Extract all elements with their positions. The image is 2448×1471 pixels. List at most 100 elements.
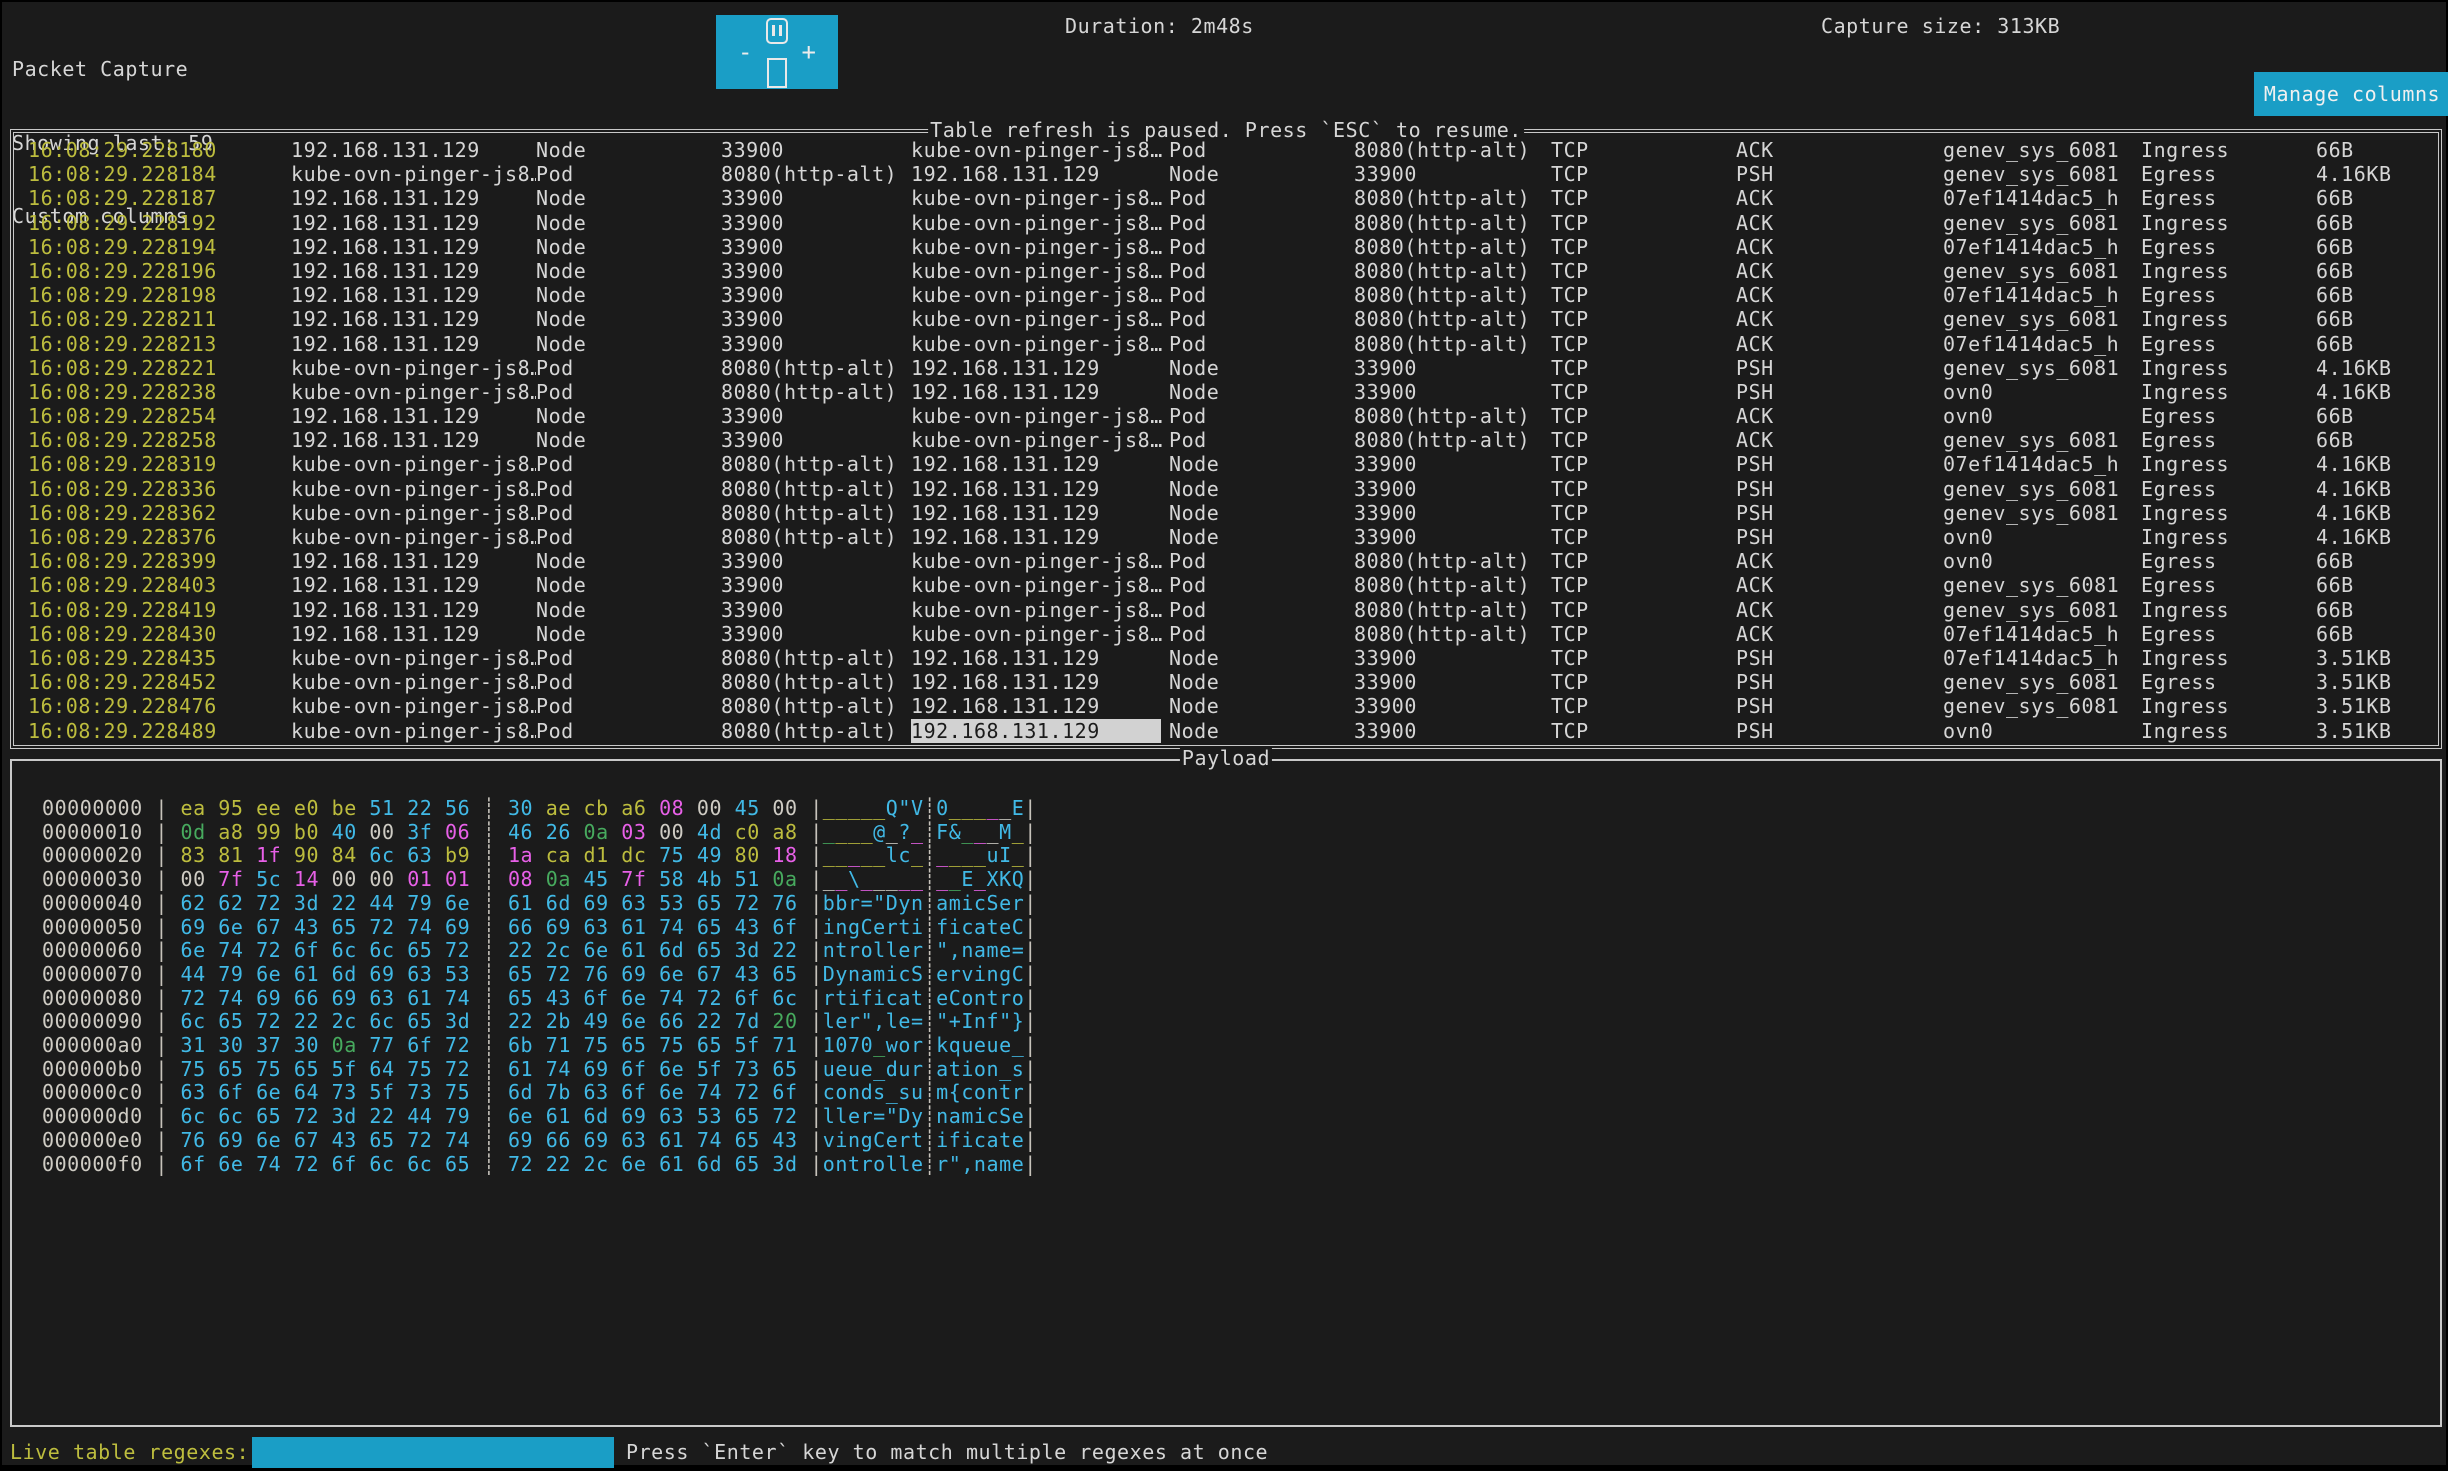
cell-interface[interactable]: genev_sys_6081: [1943, 307, 2141, 331]
cell-source_type[interactable]: Node: [536, 307, 721, 331]
table-row[interactable]: 16:08:29.228184kube-ovn-pinger-js8…Pod80…: [17, 162, 2435, 186]
cell-destination[interactable]: kube-ovn-pinger-js8…: [911, 332, 1169, 356]
cell-flags[interactable]: PSH: [1736, 694, 1943, 718]
cell-destination_type[interactable]: Pod: [1169, 186, 1354, 210]
cell-direction[interactable]: Egress: [2141, 283, 2316, 307]
cell-destination[interactable]: kube-ovn-pinger-js8…: [911, 283, 1169, 307]
cell-protocol[interactable]: TCP: [1551, 694, 1736, 718]
cell-destination_port[interactable]: 8080(http-alt): [1354, 283, 1551, 307]
cell-size[interactable]: 66B: [2316, 573, 2435, 597]
cell-destination_port[interactable]: 33900: [1354, 719, 1551, 743]
cell-flags[interactable]: PSH: [1736, 162, 1943, 186]
cell-flags[interactable]: ACK: [1736, 235, 1943, 259]
cell-destination_type[interactable]: Pod: [1169, 138, 1354, 162]
cell-destination[interactable]: kube-ovn-pinger-js8…: [911, 307, 1169, 331]
cell-direction[interactable]: Ingress: [2141, 501, 2316, 525]
cell-source_type[interactable]: Node: [536, 404, 721, 428]
cell-source[interactable]: 192.168.131.129: [291, 283, 536, 307]
cell-time[interactable]: 16:08:29.228187: [28, 186, 291, 210]
cell-interface[interactable]: genev_sys_6081: [1943, 356, 2141, 380]
cell-source[interactable]: kube-ovn-pinger-js8…: [291, 719, 536, 743]
cell-direction[interactable]: Ingress: [2141, 138, 2316, 162]
cell-source_port[interactable]: 8080(http-alt): [721, 501, 911, 525]
cell-direction[interactable]: Egress: [2141, 622, 2316, 646]
cell-destination[interactable]: kube-ovn-pinger-js8…: [911, 259, 1169, 283]
cell-time[interactable]: 16:08:29.228254: [28, 404, 291, 428]
cell-source[interactable]: 192.168.131.129: [291, 138, 536, 162]
cell-size[interactable]: 66B: [2316, 332, 2435, 356]
cell-source_port[interactable]: 8080(http-alt): [721, 670, 911, 694]
manage-columns-button[interactable]: Manage columns: [2254, 72, 2448, 116]
cell-protocol[interactable]: TCP: [1551, 235, 1736, 259]
cell-destination_port[interactable]: 33900: [1354, 694, 1551, 718]
cell-source_type[interactable]: Node: [536, 259, 721, 283]
cell-source[interactable]: 192.168.131.129: [291, 573, 536, 597]
cell-destination_port[interactable]: 8080(http-alt): [1354, 404, 1551, 428]
cell-source_port[interactable]: 8080(http-alt): [721, 694, 911, 718]
cell-interface[interactable]: genev_sys_6081: [1943, 598, 2141, 622]
cell-interface[interactable]: genev_sys_6081: [1943, 694, 2141, 718]
cell-destination_type[interactable]: Node: [1169, 694, 1354, 718]
table-row[interactable]: 16:08:29.228376kube-ovn-pinger-js8…Pod80…: [17, 525, 2435, 549]
cell-destination_port[interactable]: 8080(http-alt): [1354, 138, 1551, 162]
cell-direction[interactable]: Egress: [2141, 670, 2316, 694]
cell-destination_type[interactable]: Pod: [1169, 259, 1354, 283]
cell-source[interactable]: 192.168.131.129: [291, 259, 536, 283]
cell-size[interactable]: 4.16KB: [2316, 380, 2435, 404]
cell-destination_type[interactable]: Node: [1169, 525, 1354, 549]
cell-source[interactable]: kube-ovn-pinger-js8…: [291, 380, 536, 404]
cell-source_type[interactable]: Pod: [536, 162, 721, 186]
cell-direction[interactable]: Ingress: [2141, 525, 2316, 549]
cell-destination_port[interactable]: 8080(http-alt): [1354, 428, 1551, 452]
cell-flags[interactable]: ACK: [1736, 307, 1943, 331]
cell-interface[interactable]: genev_sys_6081: [1943, 138, 2141, 162]
cell-destination[interactable]: kube-ovn-pinger-js8…: [911, 549, 1169, 573]
table-row[interactable]: 16:08:29.228238kube-ovn-pinger-js8…Pod80…: [17, 380, 2435, 404]
decrease-button[interactable]: -: [738, 42, 752, 62]
cell-destination_port[interactable]: 8080(http-alt): [1354, 573, 1551, 597]
cell-time[interactable]: 16:08:29.228221: [28, 356, 291, 380]
cell-flags[interactable]: PSH: [1736, 356, 1943, 380]
cell-source[interactable]: kube-ovn-pinger-js8…: [291, 646, 536, 670]
cell-flags[interactable]: ACK: [1736, 573, 1943, 597]
cell-flags[interactable]: ACK: [1736, 428, 1943, 452]
cell-source[interactable]: kube-ovn-pinger-js8…: [291, 477, 536, 501]
cell-time[interactable]: 16:08:29.228362: [28, 501, 291, 525]
cell-flags[interactable]: PSH: [1736, 646, 1943, 670]
cell-direction[interactable]: Ingress: [2141, 307, 2316, 331]
cell-destination_port[interactable]: 8080(http-alt): [1354, 332, 1551, 356]
cell-destination[interactable]: 192.168.131.129: [911, 477, 1169, 501]
cell-source_port[interactable]: 33900: [721, 622, 911, 646]
cell-protocol[interactable]: TCP: [1551, 162, 1736, 186]
cell-source_type[interactable]: Node: [536, 332, 721, 356]
cell-source_type[interactable]: Pod: [536, 719, 721, 743]
cell-direction[interactable]: Egress: [2141, 186, 2316, 210]
table-row[interactable]: 16:08:29.228319kube-ovn-pinger-js8…Pod80…: [17, 452, 2435, 476]
cell-time[interactable]: 16:08:29.228489: [28, 719, 291, 743]
cell-size[interactable]: 66B: [2316, 211, 2435, 235]
cell-destination[interactable]: kube-ovn-pinger-js8…: [911, 404, 1169, 428]
cell-flags[interactable]: ACK: [1736, 622, 1943, 646]
cell-direction[interactable]: Ingress: [2141, 356, 2316, 380]
table-row[interactable]: 16:08:29.228221kube-ovn-pinger-js8…Pod80…: [17, 356, 2435, 380]
cell-interface[interactable]: genev_sys_6081: [1943, 428, 2141, 452]
cell-source_type[interactable]: Node: [536, 428, 721, 452]
cell-destination[interactable]: 192.168.131.129: [911, 694, 1169, 718]
cell-destination[interactable]: kube-ovn-pinger-js8…: [911, 235, 1169, 259]
cell-interface[interactable]: ovn0: [1943, 525, 2141, 549]
cell-destination[interactable]: 192.168.131.129: [911, 501, 1169, 525]
cell-source_type[interactable]: Pod: [536, 452, 721, 476]
table-row[interactable]: 16:08:29.228254192.168.131.129Node33900k…: [17, 404, 2435, 428]
cell-direction[interactable]: Egress: [2141, 549, 2316, 573]
cell-source_type[interactable]: Node: [536, 598, 721, 622]
cell-destination[interactable]: kube-ovn-pinger-js8…: [911, 428, 1169, 452]
cell-source_port[interactable]: 8080(http-alt): [721, 477, 911, 501]
cell-destination[interactable]: 192.168.131.129: [911, 380, 1169, 404]
cell-protocol[interactable]: TCP: [1551, 283, 1736, 307]
cell-size[interactable]: 66B: [2316, 186, 2435, 210]
cell-direction[interactable]: Ingress: [2141, 646, 2316, 670]
cell-source_type[interactable]: Pod: [536, 670, 721, 694]
cell-protocol[interactable]: TCP: [1551, 138, 1736, 162]
cell-protocol[interactable]: TCP: [1551, 428, 1736, 452]
cell-source[interactable]: 192.168.131.129: [291, 332, 536, 356]
